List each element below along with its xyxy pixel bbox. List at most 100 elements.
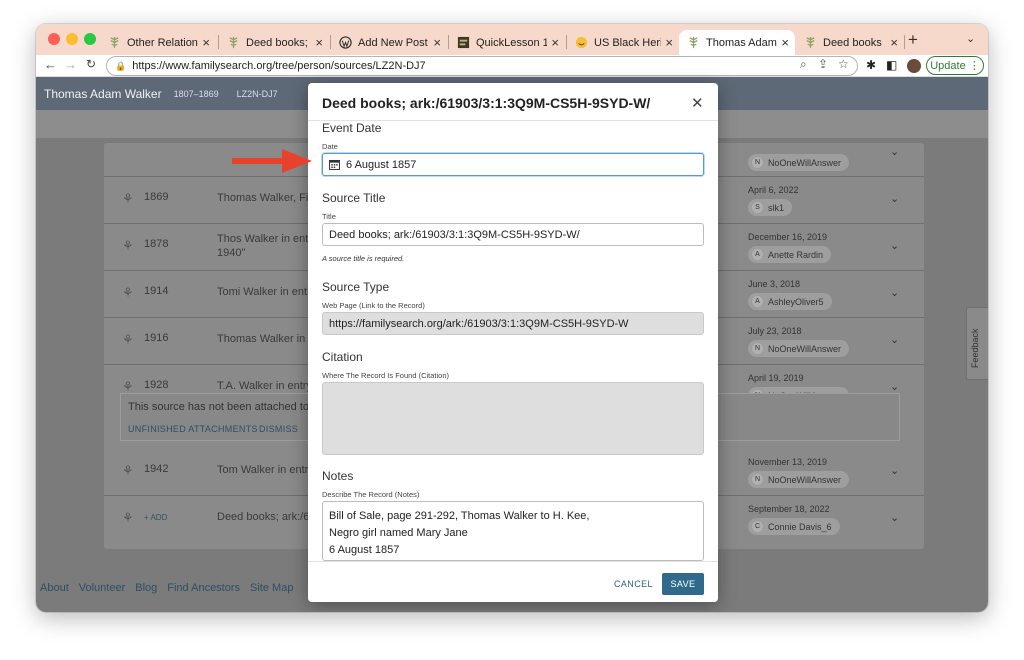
footer-links: About Volunteer Blog Find Ancestors Site… xyxy=(40,582,293,594)
contributor-chip[interactable]: NNoOneWillAnswer xyxy=(748,154,850,171)
date-input[interactable]: 6 August 1857 xyxy=(322,153,704,176)
source-date: December 16, 2019 xyxy=(748,232,828,242)
notes-line: Bill of Sale, page 291-292, Thomas Walke… xyxy=(329,510,590,522)
familysearch-tree-icon xyxy=(229,36,238,49)
save-button[interactable]: SAVE xyxy=(662,573,704,595)
dialog-title: Deed books; ark:/61903/3:1:3Q9M-CS5H-9SY… xyxy=(322,95,651,111)
zoom-window-button[interactable] xyxy=(84,33,96,45)
tree-icon: ⚘ xyxy=(122,238,134,253)
source-year: 1869 xyxy=(144,191,169,203)
chevron-down-icon[interactable]: ⌄ xyxy=(890,333,899,346)
calendar-icon[interactable] xyxy=(329,159,340,170)
new-tab-icon[interactable]: + xyxy=(908,30,918,50)
source-title[interactable]: Thomas Walker in e xyxy=(217,332,314,346)
profile-avatar[interactable] xyxy=(907,59,921,73)
browser-tab-active[interactable]: Thomas Adam Walk × xyxy=(679,30,795,55)
source-title[interactable]: T.A. Walker in entry xyxy=(217,379,312,393)
contributor-chip[interactable]: NNoOneWillAnswer xyxy=(748,340,850,357)
tab-title: Add New Post ‹ Con xyxy=(358,36,429,49)
source-date: June 3, 2018 xyxy=(748,279,801,289)
browser-tab[interactable]: Add New Post ‹ Con × xyxy=(331,30,447,55)
source-year: 1878 xyxy=(144,238,169,250)
citation-textarea[interactable] xyxy=(322,382,704,455)
tree-icon: ⚘ xyxy=(122,510,134,525)
tree-icon: ⚘ xyxy=(122,463,134,478)
wordpress-icon xyxy=(339,36,352,49)
source-date: April 6, 2022 xyxy=(748,185,799,195)
chevron-down-icon[interactable]: ⌄ xyxy=(890,239,899,252)
notes-textarea[interactable]: Bill of Sale, page 291-292, Thomas Walke… xyxy=(322,501,704,561)
browser-tab[interactable]: Other Relationships × xyxy=(100,30,216,55)
footer-link-volunteer[interactable]: Volunteer xyxy=(79,582,125,594)
feedback-tab[interactable]: Feedback xyxy=(966,307,988,380)
chevron-down-icon[interactable]: ⌄ xyxy=(890,464,899,477)
source-title[interactable]: Tomi Walker in entr xyxy=(217,285,311,299)
forward-icon[interactable]: → xyxy=(64,57,77,72)
contributor-chip[interactable]: C Connie Davis_6 xyxy=(748,518,840,535)
title-value: Deed books; ark:/61903/3:1:3Q9M-CS5H-9SY… xyxy=(329,228,580,241)
footer-link-site-map[interactable]: Site Map xyxy=(250,582,293,594)
bookmark-star-icon[interactable]: ☆ xyxy=(838,57,849,71)
unfinished-attachments-link[interactable]: UNFINISHED ATTACHMENTS xyxy=(128,424,258,434)
person-name: Thomas Adam Walker xyxy=(44,86,162,101)
dismiss-link[interactable]: DISMISS xyxy=(259,424,298,434)
address-bar[interactable]: 🔒 https://www.familysearch.org/tree/pers… xyxy=(106,56,858,76)
chevron-down-icon[interactable]: ⌄ xyxy=(890,192,899,205)
footer-link-blog[interactable]: Blog xyxy=(135,582,157,594)
close-icon[interactable]: ✕ xyxy=(691,94,704,112)
footer-link-about[interactable]: About xyxy=(40,582,69,594)
browser-tab[interactable]: US Black Heritage× xyxy=(567,30,679,55)
contributor-chip[interactable]: Sslk1 xyxy=(748,199,793,216)
close-icon[interactable]: × xyxy=(315,35,323,50)
date-label: Date xyxy=(322,142,338,151)
update-button[interactable]: Update ⋮ xyxy=(926,56,984,75)
familysearch-tree-icon xyxy=(110,36,119,49)
tab-title: US Black Heritage xyxy=(594,36,662,49)
source-title-heading: Source Title xyxy=(322,191,386,205)
source-date: April 19, 2019 xyxy=(748,373,804,383)
back-icon[interactable]: ← xyxy=(44,57,57,72)
close-icon[interactable]: × xyxy=(202,35,210,50)
citation-label: Where The Record Is Found (Citation) xyxy=(322,371,449,380)
chevron-down-icon[interactable]: ⌄ xyxy=(966,32,975,45)
chevron-down-icon[interactable]: ⌄ xyxy=(890,286,899,299)
extensions-icon[interactable]: ✱ xyxy=(866,58,876,72)
zoom-icon[interactable]: ⌕ xyxy=(800,57,807,72)
add-source-link[interactable]: + ADD xyxy=(144,513,167,522)
source-title[interactable]: Tom Walker in entr xyxy=(217,463,308,477)
tab-strip: Other Relationships × Deed books; ark:/61… xyxy=(36,24,988,55)
tab-title: Thomas Adam Walk xyxy=(706,36,777,49)
chevron-down-icon[interactable]: ⌄ xyxy=(890,145,899,158)
source-title[interactable]: Thomas Walker, Fi xyxy=(217,191,308,205)
source-title[interactable]: Thos Walker in entr 1940" xyxy=(217,232,312,260)
close-icon[interactable]: × xyxy=(433,35,441,50)
browser-tab[interactable]: Deed books × xyxy=(796,30,904,55)
close-icon[interactable]: × xyxy=(890,35,898,50)
close-icon[interactable]: × xyxy=(665,35,673,50)
contributor-chip[interactable]: NNoOneWillAnswer xyxy=(748,471,850,488)
contributor-chip[interactable]: A AshleyOliver5 xyxy=(748,293,832,310)
minimize-window-button[interactable] xyxy=(66,33,78,45)
chevron-down-icon[interactable]: ⌄ xyxy=(890,380,899,393)
browser-tab[interactable]: Deed books; ark:/61 × xyxy=(219,30,329,55)
title-input[interactable]: Deed books; ark:/61903/3:1:3Q9M-CS5H-9SY… xyxy=(322,223,704,246)
notes-line: 6 August 1857 xyxy=(329,544,400,556)
date-value: 6 August 1857 xyxy=(346,158,417,171)
source-date: July 23, 2018 xyxy=(748,326,802,336)
lock-icon: 🔒 xyxy=(115,60,127,71)
close-window-button[interactable] xyxy=(48,33,60,45)
footer-link-find-ancestors[interactable]: Find Ancestors xyxy=(167,582,240,594)
close-icon[interactable]: × xyxy=(551,35,559,50)
close-icon[interactable]: × xyxy=(781,35,789,50)
cancel-button[interactable]: CANCEL xyxy=(614,579,653,589)
citation-heading: Citation xyxy=(322,350,363,364)
share-icon[interactable]: ⇪ xyxy=(818,57,828,71)
browser-tab[interactable]: QuickLesson 11: Ide× xyxy=(449,30,565,55)
reload-icon[interactable]: ↻ xyxy=(86,57,96,71)
sidepanel-icon[interactable]: ◧ xyxy=(886,58,897,72)
chevron-down-icon[interactable]: ⌄ xyxy=(890,511,899,524)
url-text: https://www.familysearch.org/tree/person… xyxy=(132,60,426,72)
contributor-chip[interactable]: A Anette Rardin xyxy=(748,246,832,263)
notes-line: Negro girl named Mary Jane xyxy=(329,527,468,539)
source-title[interactable]: Deed books; ark:/6 xyxy=(217,510,309,524)
